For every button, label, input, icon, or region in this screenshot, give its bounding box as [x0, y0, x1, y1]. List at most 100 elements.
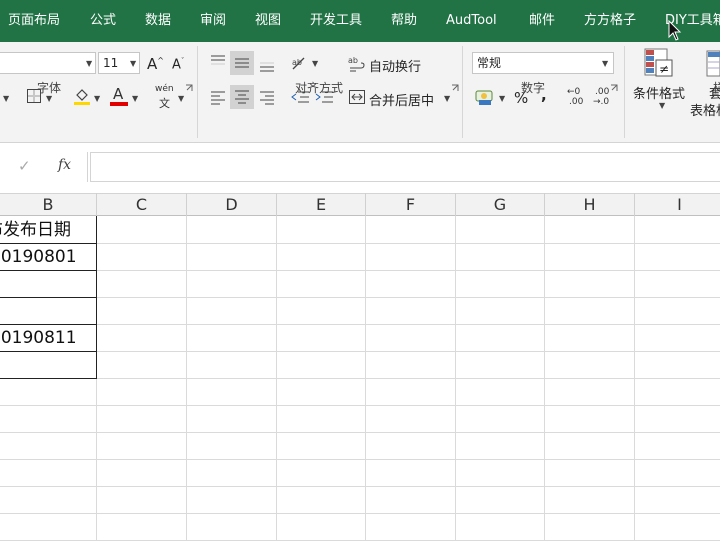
- font-size-dropdown-icon[interactable]: ▼: [130, 59, 136, 68]
- gridline: [0, 432, 720, 433]
- tab-developer[interactable]: 开发工具: [310, 0, 362, 42]
- font-color-dropdown-icon[interactable]: ▼: [132, 94, 138, 103]
- column-header-i[interactable]: I: [635, 193, 720, 216]
- column-header-h[interactable]: H: [545, 193, 635, 216]
- phonetic-dropdown-icon[interactable]: ▼: [178, 94, 184, 103]
- phonetic-guide-icon[interactable]: wén 文: [152, 84, 176, 110]
- tab-page-layout[interactable]: 页面布局: [8, 0, 60, 42]
- align-middle-button[interactable]: [230, 51, 254, 75]
- gridline: [0, 270, 720, 271]
- group-label-styles: 样: [713, 81, 720, 95]
- tab-data[interactable]: 数据: [145, 0, 171, 42]
- font-dialog-launcher-icon[interactable]: [185, 84, 193, 92]
- font-name-dropdown-icon[interactable]: ▼: [86, 59, 92, 68]
- cell-b5[interactable]: 20190811: [0, 325, 77, 351]
- cell-b2[interactable]: 20190801: [0, 244, 77, 270]
- format-as-table-icon[interactable]: [705, 50, 720, 78]
- align-left-icon[interactable]: [209, 89, 227, 105]
- formula-bar-buttons: [0, 152, 88, 182]
- orientation-icon[interactable]: ab: [290, 55, 310, 71]
- cell-border: [96, 216, 97, 379]
- wrap-text-button[interactable]: 自动换行: [369, 56, 421, 75]
- column-header-e[interactable]: E: [277, 193, 366, 216]
- gridline: [0, 513, 720, 514]
- increase-decimal-icon[interactable]: ←0 .00: [567, 87, 589, 109]
- align-right-icon[interactable]: [258, 89, 276, 105]
- group-label-number: 数字: [521, 81, 546, 95]
- tab-view[interactable]: 视图: [255, 0, 281, 42]
- accounting-format-icon[interactable]: [474, 87, 496, 107]
- tab-help[interactable]: 帮助: [391, 0, 417, 42]
- conditional-formatting-dropdown-icon[interactable]: ▼: [659, 101, 665, 110]
- group-divider: [197, 46, 198, 138]
- grow-font-icon[interactable]: A^: [147, 55, 164, 73]
- increase-decimal-bottom: .00: [569, 97, 584, 107]
- svg-text:ab: ab: [348, 56, 358, 65]
- increase-decimal-top: ←0: [567, 87, 581, 97]
- orientation-dropdown-icon[interactable]: ▼: [312, 59, 318, 68]
- cell-border: [0, 378, 97, 379]
- font-color-bar: [110, 102, 128, 106]
- merge-center-icon[interactable]: [348, 89, 366, 105]
- number-format-value: 常规: [477, 56, 502, 70]
- group-label-font: 字体: [37, 81, 62, 95]
- gridline: [0, 297, 720, 298]
- formula-input[interactable]: [90, 152, 720, 182]
- insert-function-icon[interactable]: fx: [58, 157, 71, 173]
- tab-audtool[interactable]: AudTool: [446, 0, 497, 42]
- accounting-dropdown-icon[interactable]: ▼: [499, 94, 505, 103]
- conditional-formatting-icon[interactable]: ≠: [644, 48, 674, 80]
- tab-review[interactable]: 审阅: [200, 0, 226, 42]
- column-header-f[interactable]: F: [366, 193, 456, 216]
- wrap-text-icon[interactable]: ab: [348, 55, 366, 73]
- shrink-font-icon[interactable]: Aˇ: [172, 57, 184, 72]
- gridline: [0, 378, 720, 379]
- gridline: [0, 243, 720, 244]
- decrease-decimal-top: .00: [595, 87, 610, 97]
- svg-text:≠: ≠: [659, 62, 669, 76]
- format-as-table-label-bottom[interactable]: 表格格: [690, 100, 720, 119]
- gridline: [0, 351, 720, 352]
- cell-b1[interactable]: 布发布日期: [0, 217, 71, 243]
- merge-center-button[interactable]: 合并后居中: [369, 90, 434, 109]
- font-name-combo[interactable]: [0, 52, 96, 74]
- column-header-g[interactable]: G: [456, 193, 545, 216]
- merge-dropdown-icon[interactable]: ▼: [444, 94, 450, 103]
- column-header-d[interactable]: D: [187, 193, 277, 216]
- align-middle-icon: [235, 58, 249, 68]
- align-bottom-icon[interactable]: [258, 57, 276, 73]
- svg-text:ab: ab: [292, 58, 302, 67]
- fill-color-icon[interactable]: [72, 86, 92, 106]
- tab-formulas[interactable]: 公式: [90, 0, 116, 42]
- cell-range-b1-b6: 布发布日期 20190801 20190811: [0, 216, 96, 378]
- gridline: [0, 459, 720, 460]
- group-divider: [624, 46, 625, 138]
- cancel-edit-icon[interactable]: ✓: [18, 157, 31, 175]
- column-header-c[interactable]: C: [97, 193, 187, 216]
- phonetic-top: wén: [155, 84, 174, 94]
- group-label-alignment: 对齐方式: [295, 81, 344, 95]
- alignment-dialog-launcher-icon[interactable]: [451, 84, 459, 92]
- number-format-combo[interactable]: 常规: [472, 52, 614, 74]
- tab-fangfang-gezi[interactable]: 方方格子: [584, 0, 636, 42]
- font-color-icon[interactable]: A: [109, 85, 129, 107]
- font-size-value: 11: [103, 56, 119, 70]
- number-dialog-launcher-icon[interactable]: [610, 84, 618, 92]
- gridline: [0, 324, 720, 325]
- number-format-dropdown-icon[interactable]: ▼: [602, 59, 608, 68]
- font-color-letter: A: [113, 85, 124, 103]
- column-header-b[interactable]: B: [0, 193, 97, 216]
- phonetic-bottom: 文: [159, 97, 170, 110]
- ribbon-tab-bar: 页面布局 公式 数据 审阅 视图 开发工具 帮助 AudTool 邮件 方方格子…: [0, 0, 720, 42]
- tab-mail[interactable]: 邮件: [529, 0, 555, 42]
- mouse-cursor-icon: [668, 20, 682, 41]
- align-center-button[interactable]: [230, 85, 254, 109]
- gridline: [0, 486, 720, 487]
- fill-color-dropdown-icon[interactable]: ▼: [94, 94, 100, 103]
- align-top-icon[interactable]: [209, 53, 227, 69]
- decrease-decimal-bottom: →.0: [593, 97, 610, 107]
- underline-dropdown-icon[interactable]: ▼: [3, 94, 9, 103]
- conditional-formatting-button[interactable]: 条件格式: [633, 83, 685, 102]
- group-divider: [462, 46, 463, 138]
- align-center-icon: [235, 90, 249, 104]
